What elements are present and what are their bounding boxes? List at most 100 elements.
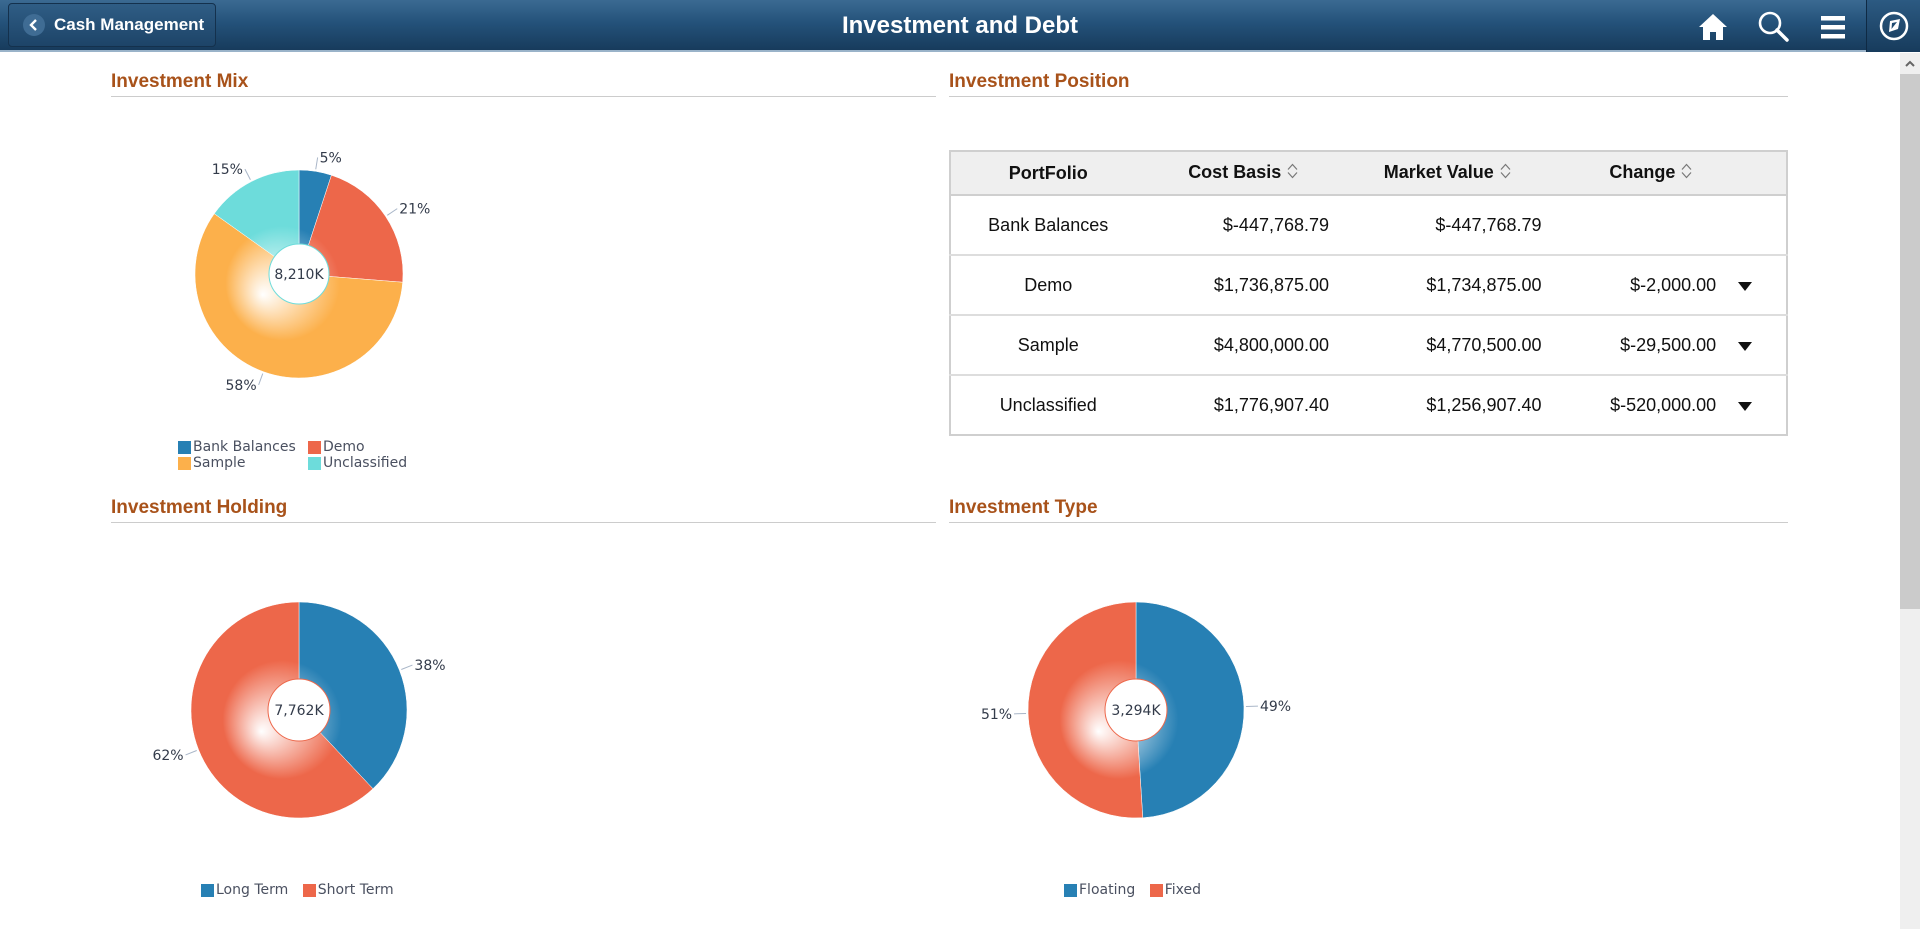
column-header-cost-basis[interactable]: Cost Basis <box>1145 151 1342 196</box>
legend-swatch <box>1064 883 1077 897</box>
cell-actions <box>1728 195 1787 256</box>
cell-actions <box>1728 375 1787 435</box>
pie-data-label: 49% <box>1260 699 1291 715</box>
investment-type-chart: 49% 51% 3,294K <box>981 601 1291 819</box>
donut-center-total: 7,762K <box>274 703 324 719</box>
table-row[interactable]: Sample $4,800,000.00 $4,770,500.00 $-29,… <box>950 315 1787 376</box>
label-connector <box>315 157 319 170</box>
header-bar: Cash Management Investment and Debt <box>0 0 1920 52</box>
home-icon[interactable] <box>1696 10 1730 44</box>
cell-change: $-2,000.00 <box>1553 255 1729 316</box>
section-title-investment-mix: Investment Mix <box>111 71 249 92</box>
cell-market-value: $-447,768.79 <box>1341 195 1554 256</box>
legend-swatch <box>302 883 316 897</box>
section-title-investment-holding: Investment Holding <box>111 497 288 518</box>
legend-item[interactable]: Bank Balances <box>178 439 298 455</box>
cell-portfolio: Sample <box>950 315 1146 376</box>
column-header-change[interactable]: Change <box>1553 151 1729 196</box>
label-connector <box>244 168 251 181</box>
vertical-scrollbar[interactable] <box>1900 53 1920 929</box>
legend-swatch <box>308 456 321 470</box>
cell-actions <box>1728 255 1787 316</box>
menu-icon[interactable] <box>1816 10 1850 44</box>
search-icon[interactable] <box>1756 10 1790 44</box>
donut-center-total: 3,294K <box>1111 703 1161 719</box>
cell-change: $-29,500.00 <box>1553 315 1729 376</box>
cell-cost-basis: $1,776,907.40 <box>1213 394 1330 415</box>
section-title-investment-position: Investment Position <box>949 71 1130 92</box>
legend-item[interactable]: Long Term <box>201 882 288 898</box>
sort-icon[interactable] <box>1681 163 1692 184</box>
scroll-up-arrow-icon[interactable] <box>1900 53 1920 73</box>
sort-icon[interactable] <box>1287 163 1298 184</box>
cell-market-value: $4,770,500.00 <box>1341 315 1554 376</box>
label-connector <box>185 750 197 756</box>
table-row[interactable]: Demo $1,736,875.00 $1,734,875.00 $-2,000… <box>950 255 1787 316</box>
investment-position-table: PortFolio Cost Basis Market Value Change… <box>949 150 1788 436</box>
section-divider <box>111 96 936 97</box>
section-divider <box>111 522 936 523</box>
investment-holding-legend: Long Term Short Term <box>201 882 404 901</box>
navbar-button[interactable] <box>1866 0 1920 52</box>
cell-cost-basis: $1,736,875.00 <box>1145 255 1342 316</box>
section-divider <box>949 522 1788 523</box>
table-header-row: PortFolio Cost Basis Market Value Change <box>950 151 1787 196</box>
label-connector <box>401 664 413 670</box>
cell-change <box>1553 195 1729 256</box>
legend-label: Demo <box>323 439 365 455</box>
legend-item[interactable]: Demo <box>308 439 365 455</box>
legend-label: Bank Balances <box>193 439 296 455</box>
legend-label: Short Term <box>317 882 394 898</box>
legend-label: Long Term <box>216 882 289 898</box>
cell-actions <box>1728 315 1787 376</box>
section-title-investment-type: Investment Type <box>949 497 1098 518</box>
legend-swatch <box>308 440 321 454</box>
expand-triangle-icon[interactable] <box>1738 281 1753 291</box>
legend-swatch <box>178 456 191 470</box>
cell-portfolio: Bank Balances <box>950 195 1146 256</box>
legend-item[interactable]: Short Term <box>302 882 394 898</box>
page-title: Investment and Debt <box>841 12 1079 39</box>
pie-data-label: 15% <box>212 162 243 178</box>
expand-triangle-icon[interactable] <box>1738 401 1753 411</box>
cell-portfolio: Demo <box>950 255 1146 316</box>
cell-market-value: $1,734,875.00 <box>1341 255 1554 316</box>
investment-type-legend: Floating Fixed <box>1064 882 1211 901</box>
legend-swatch <box>178 440 191 454</box>
sort-icon[interactable] <box>1500 163 1511 184</box>
expand-triangle-icon[interactable] <box>1738 341 1753 351</box>
chevron-left-icon <box>23 14 45 36</box>
pie-data-label: 21% <box>399 202 430 218</box>
legend-item[interactable]: Fixed <box>1149 882 1201 898</box>
table-row[interactable]: Unclassified $1,776,907.40 $1,256,907.40… <box>950 375 1787 435</box>
cell-market-value: $1,256,907.40 <box>1426 394 1542 415</box>
legend-item[interactable]: Sample <box>178 455 298 471</box>
back-button-label: Cash Management <box>54 15 205 34</box>
back-button[interactable]: Cash Management <box>8 3 216 47</box>
legend-swatch <box>201 883 214 897</box>
column-header-market-value[interactable]: Market Value <box>1341 151 1554 196</box>
pie-data-label: 5% <box>320 150 342 166</box>
legend-label: Fixed <box>1164 882 1201 898</box>
table-row[interactable]: Bank Balances $-447,768.79 $-447,768.79 <box>950 195 1787 256</box>
legend-label: Floating <box>1079 882 1136 898</box>
label-connector <box>386 208 398 216</box>
navbar-compass-icon <box>1879 11 1909 41</box>
legend-item[interactable]: Unclassified <box>308 455 407 471</box>
pie-data-label: 62% <box>152 748 183 764</box>
cell-cost-basis: $-447,768.79 <box>1145 195 1342 256</box>
cell-cost-basis: $4,800,000.00 <box>1145 315 1342 376</box>
pie-data-label: 51% <box>981 707 1012 723</box>
cell-portfolio: Unclassified <box>999 394 1097 415</box>
scrollbar-thumb[interactable] <box>1900 74 1920 609</box>
column-header-portfolio: PortFolio <box>950 151 1146 196</box>
donut-center-total: 8,210K <box>274 267 324 283</box>
legend-label: Unclassified <box>323 455 408 471</box>
cell-change: $-520,000.00 <box>1610 394 1717 415</box>
investment-mix-chart: 5% 21% 58% 15% 8,210K <box>194 150 430 394</box>
pie-data-label: 58% <box>226 378 257 394</box>
investment-holding-chart: 38% 62% 7,762K <box>152 601 446 819</box>
legend-item[interactable]: Floating <box>1064 882 1135 898</box>
legend-label: Sample <box>193 455 246 471</box>
pie-data-label: 38% <box>414 658 445 674</box>
